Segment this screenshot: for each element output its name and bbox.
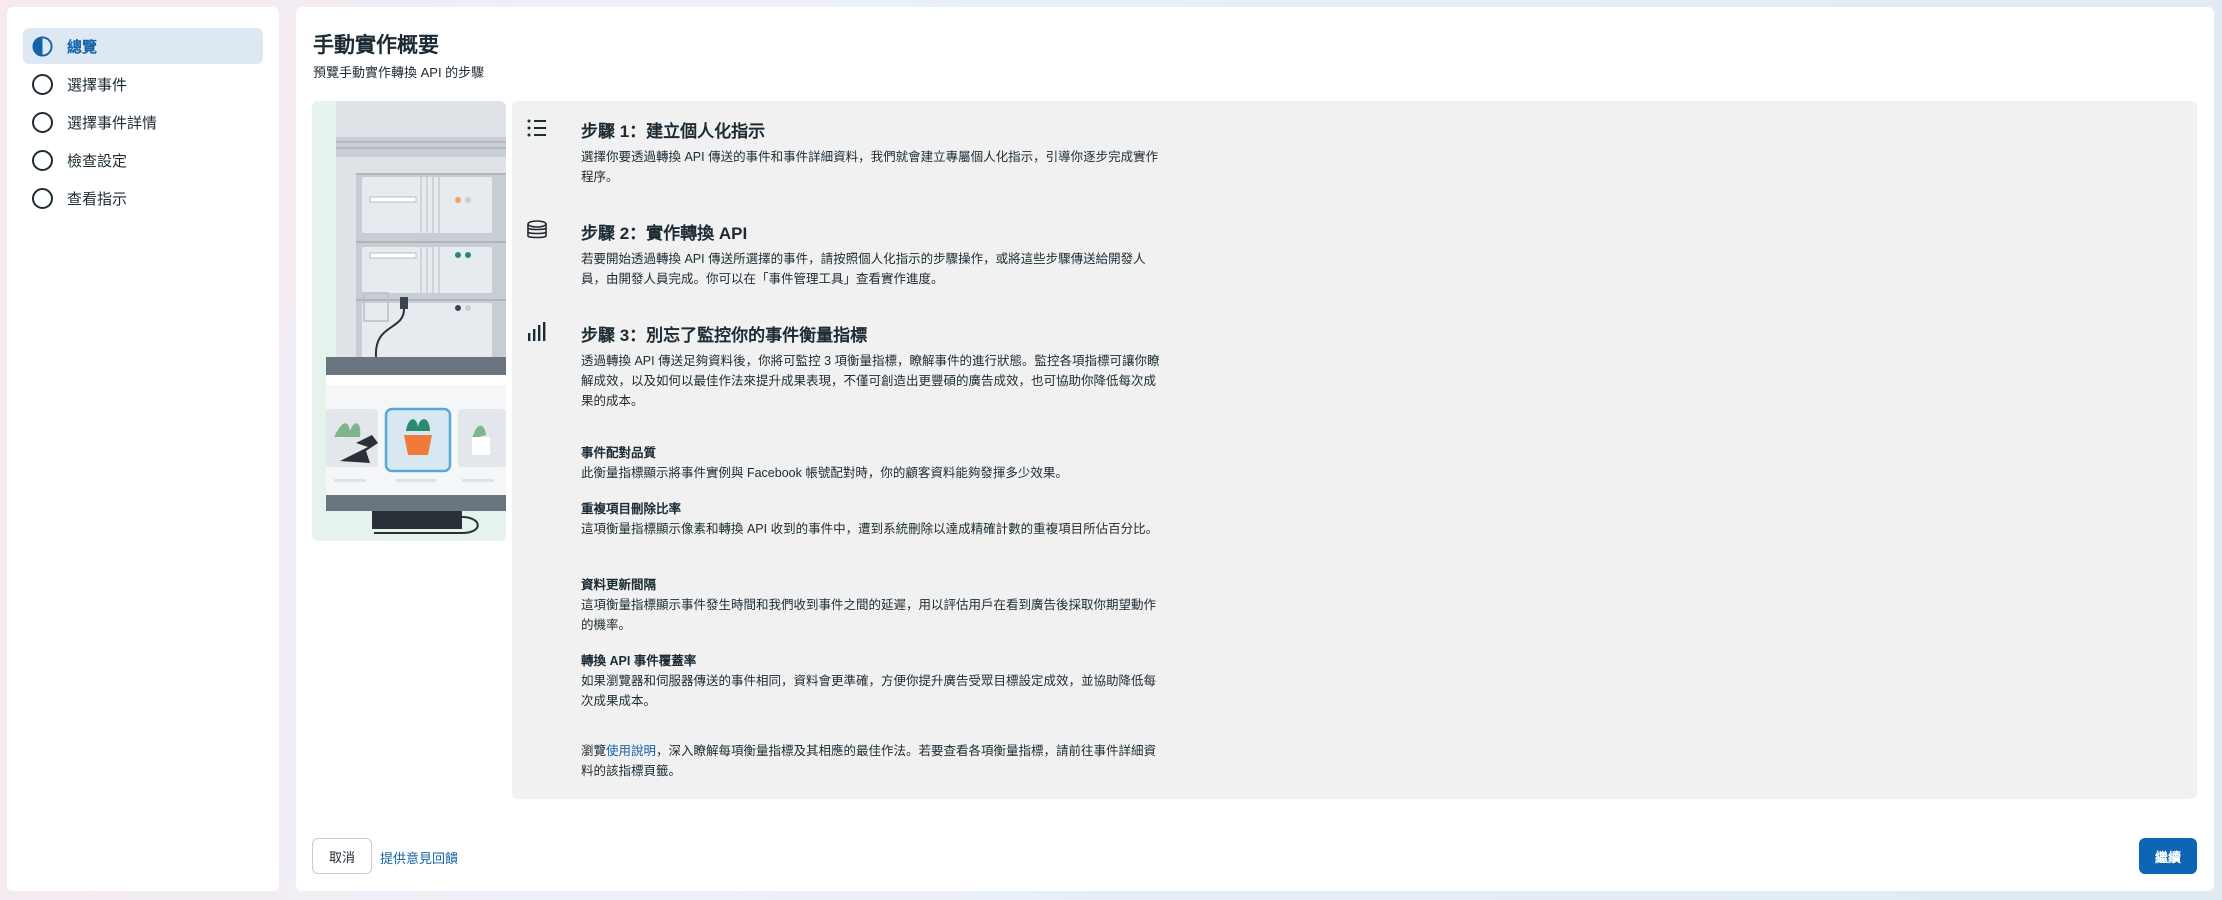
metric-data-freshness: 資料更新間隔 這項衡量指標顯示事件發生時間和我們收到事件之間的延遲，用以評估用戶… — [581, 575, 1161, 635]
page-subtitle: 預覽手動實作轉換 API 的步驟 — [313, 65, 485, 80]
help-note-suffix: ，深入瞭解每項衡量指標及其相應的最佳作法。若要查看各項衡量指標，請前往事件詳細資… — [581, 744, 1157, 778]
steps-panel: 步驟 1：建立個人化指示 選擇你要透過轉換 API 傳送的事件和事件詳細資料，我… — [512, 101, 2197, 799]
step-title: 步驟 1：建立個人化指示 — [581, 122, 766, 141]
sidebar-item-review-settings[interactable]: 檢查設定 — [23, 142, 263, 178]
bar-chart-icon — [528, 322, 546, 341]
metric-body: 這項衡量指標顯示事件發生時間和我們收到事件之間的延遲，用以評估用戶在看到廣告後採… — [581, 598, 1157, 632]
circle-icon — [32, 187, 53, 209]
continue-button[interactable]: 繼續 — [2139, 838, 2197, 874]
metric-dedup-rate: 重複項目刪除比率 這項衡量指標顯示像素和轉換 API 收到的事件中，遭到系統刪除… — [581, 499, 1161, 539]
metric-body: 這項衡量指標顯示像素和轉換 API 收到的事件中，遭到系統刪除以達成精確計數的重… — [581, 522, 1159, 536]
sidebar: 總覽 選擇事件 選擇事件詳情 檢查設定 查看指示 — [7, 7, 279, 891]
metric-title: 重複項目刪除比率 — [581, 502, 682, 516]
sidebar-item-overview[interactable]: 總覽 — [23, 28, 263, 64]
sidebar-item-label: 選擇事件詳情 — [67, 114, 158, 132]
sidebar-item-label: 總覽 — [67, 38, 98, 56]
sidebar-item-view-instructions[interactable]: 查看指示 — [23, 180, 263, 216]
half-circle-icon — [32, 35, 53, 57]
circle-icon — [32, 149, 53, 171]
help-note: 瀏覽使用說明，深入瞭解每項衡量指標及其相應的最佳作法。若要查看各項衡量指標，請前… — [581, 741, 1161, 781]
circle-icon — [32, 111, 53, 133]
metric-event-coverage: 轉換 API 事件覆蓋率 如果瀏覽器和伺服器傳送的事件相同，資料會更準確，方便你… — [581, 651, 1161, 711]
sidebar-item-select-events[interactable]: 選擇事件 — [23, 66, 263, 102]
sidebar-item-label: 查看指示 — [67, 190, 128, 208]
step-body: 選擇你要透過轉換 API 傳送的事件和事件詳細資料，我們就會建立專屬個人化指示，… — [581, 150, 1159, 184]
server-illustration — [312, 101, 506, 541]
step-title: 步驟 3：別忘了監控你的事件衡量指標 — [581, 326, 868, 345]
step-title: 步驟 2：實作轉換 API — [581, 224, 748, 243]
metric-title: 事件配對品質 — [581, 446, 657, 460]
metric-event-match-quality: 事件配對品質 此衡量指標顯示將事件實例與 Facebook 帳號配對時，你的顧客… — [581, 443, 1161, 483]
main-content: 手動實作概要 預覽手動實作轉換 API 的步驟 步驟 1：建立個人化指示 選擇你… — [296, 7, 2214, 891]
metric-title: 資料更新間隔 — [581, 578, 657, 592]
metric-title: 轉換 API 事件覆蓋率 — [581, 654, 697, 668]
help-note-prefix: 瀏覽 — [581, 744, 607, 758]
database-icon — [527, 220, 547, 239]
feedback-link[interactable]: 提供意見回饋 — [380, 848, 458, 867]
sidebar-item-label: 選擇事件 — [67, 76, 128, 94]
metric-body: 此衡量指標顯示將事件實例與 Facebook 帳號配對時，你的顧客資料能夠發揮多… — [581, 466, 1068, 480]
sidebar-item-label: 檢查設定 — [67, 152, 128, 170]
page-title: 手動實作概要 — [313, 34, 439, 57]
step-body: 若要開始透過轉換 API 傳送所選擇的事件，請按照個人化指示的步驟操作，或將這些… — [581, 252, 1146, 286]
usage-guide-link[interactable]: 使用說明 — [606, 744, 656, 758]
sidebar-item-select-event-details[interactable]: 選擇事件詳情 — [23, 104, 263, 140]
cancel-button[interactable]: 取消 — [312, 838, 372, 874]
step-body: 透過轉換 API 傳送足夠資料後，你將可監控 3 項衡量指標，瞭解事件的進行狀態… — [581, 354, 1160, 408]
metric-body: 如果瀏覽器和伺服器傳送的事件相同，資料會更準確，方便你提升廣告受眾目標設定成效，… — [581, 674, 1157, 708]
list-icon — [527, 119, 546, 137]
circle-icon — [32, 73, 53, 95]
